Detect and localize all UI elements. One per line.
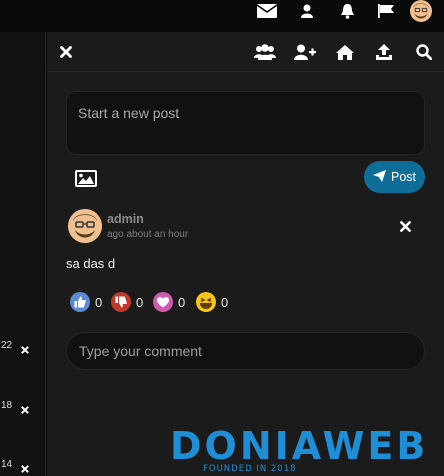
svg-text:DONIAWEB: DONIAWEB bbox=[170, 425, 428, 468]
search-icon[interactable] bbox=[411, 40, 437, 64]
comment-input[interactable]: Type your comment bbox=[66, 332, 425, 370]
new-post-placeholder: Start a new post bbox=[78, 105, 180, 121]
image-upload-icon[interactable] bbox=[73, 166, 99, 190]
close-icon[interactable] bbox=[397, 218, 413, 234]
top-bar bbox=[0, 0, 444, 32]
new-post-input[interactable]: Start a new post bbox=[66, 91, 425, 155]
flag-icon[interactable] bbox=[378, 0, 394, 22]
close-icon[interactable] bbox=[19, 344, 31, 356]
list-item: 22 bbox=[0, 340, 46, 360]
close-icon[interactable] bbox=[19, 463, 31, 475]
dislike-count: 0 bbox=[136, 294, 144, 310]
author-avatar[interactable] bbox=[68, 209, 102, 243]
close-icon[interactable] bbox=[53, 40, 79, 64]
like-count: 0 bbox=[95, 294, 103, 310]
send-icon bbox=[372, 169, 386, 185]
post-timestamp: ago about an hour bbox=[107, 229, 189, 240]
feed-panel: Start a new post Post admin ago about an… bbox=[47, 32, 444, 476]
add-user-icon[interactable] bbox=[292, 40, 318, 64]
reaction-laugh[interactable]: 0 bbox=[196, 291, 228, 313]
user-icon[interactable] bbox=[300, 0, 314, 22]
envelope-icon[interactable] bbox=[256, 0, 278, 22]
upload-icon[interactable] bbox=[371, 40, 397, 64]
svg-text:FOUNDED IN 2018: FOUNDED IN 2018 bbox=[203, 464, 297, 473]
laugh-count: 0 bbox=[221, 294, 229, 310]
comment-placeholder: Type your comment bbox=[79, 343, 202, 359]
laugh-icon bbox=[196, 292, 216, 312]
like-icon bbox=[70, 292, 90, 312]
list-item: 18 bbox=[0, 400, 46, 420]
item-count: 18 bbox=[1, 400, 13, 411]
reaction-like[interactable]: 0 bbox=[70, 291, 102, 313]
love-count: 0 bbox=[178, 294, 186, 310]
close-icon[interactable] bbox=[19, 404, 31, 416]
item-count: 14 bbox=[1, 459, 13, 470]
watermark-logo: DONIAWEB FOUNDED IN 2018 bbox=[170, 424, 442, 474]
post-body: sa das d bbox=[66, 256, 116, 271]
post-button-label: Post bbox=[390, 170, 416, 184]
dislike-icon bbox=[111, 292, 131, 312]
avatar[interactable] bbox=[410, 0, 432, 22]
users-icon[interactable] bbox=[252, 40, 278, 64]
reaction-love[interactable]: 0 bbox=[153, 291, 185, 313]
reaction-dislike[interactable]: 0 bbox=[111, 291, 143, 313]
list-item: 14 bbox=[0, 459, 46, 476]
bell-icon[interactable] bbox=[339, 0, 355, 22]
item-count: 22 bbox=[1, 340, 13, 351]
love-icon bbox=[153, 292, 173, 312]
home-icon[interactable] bbox=[332, 40, 358, 64]
author-name[interactable]: admin bbox=[107, 212, 144, 226]
post-button[interactable]: Post bbox=[364, 161, 425, 193]
panel-header bbox=[47, 32, 444, 72]
